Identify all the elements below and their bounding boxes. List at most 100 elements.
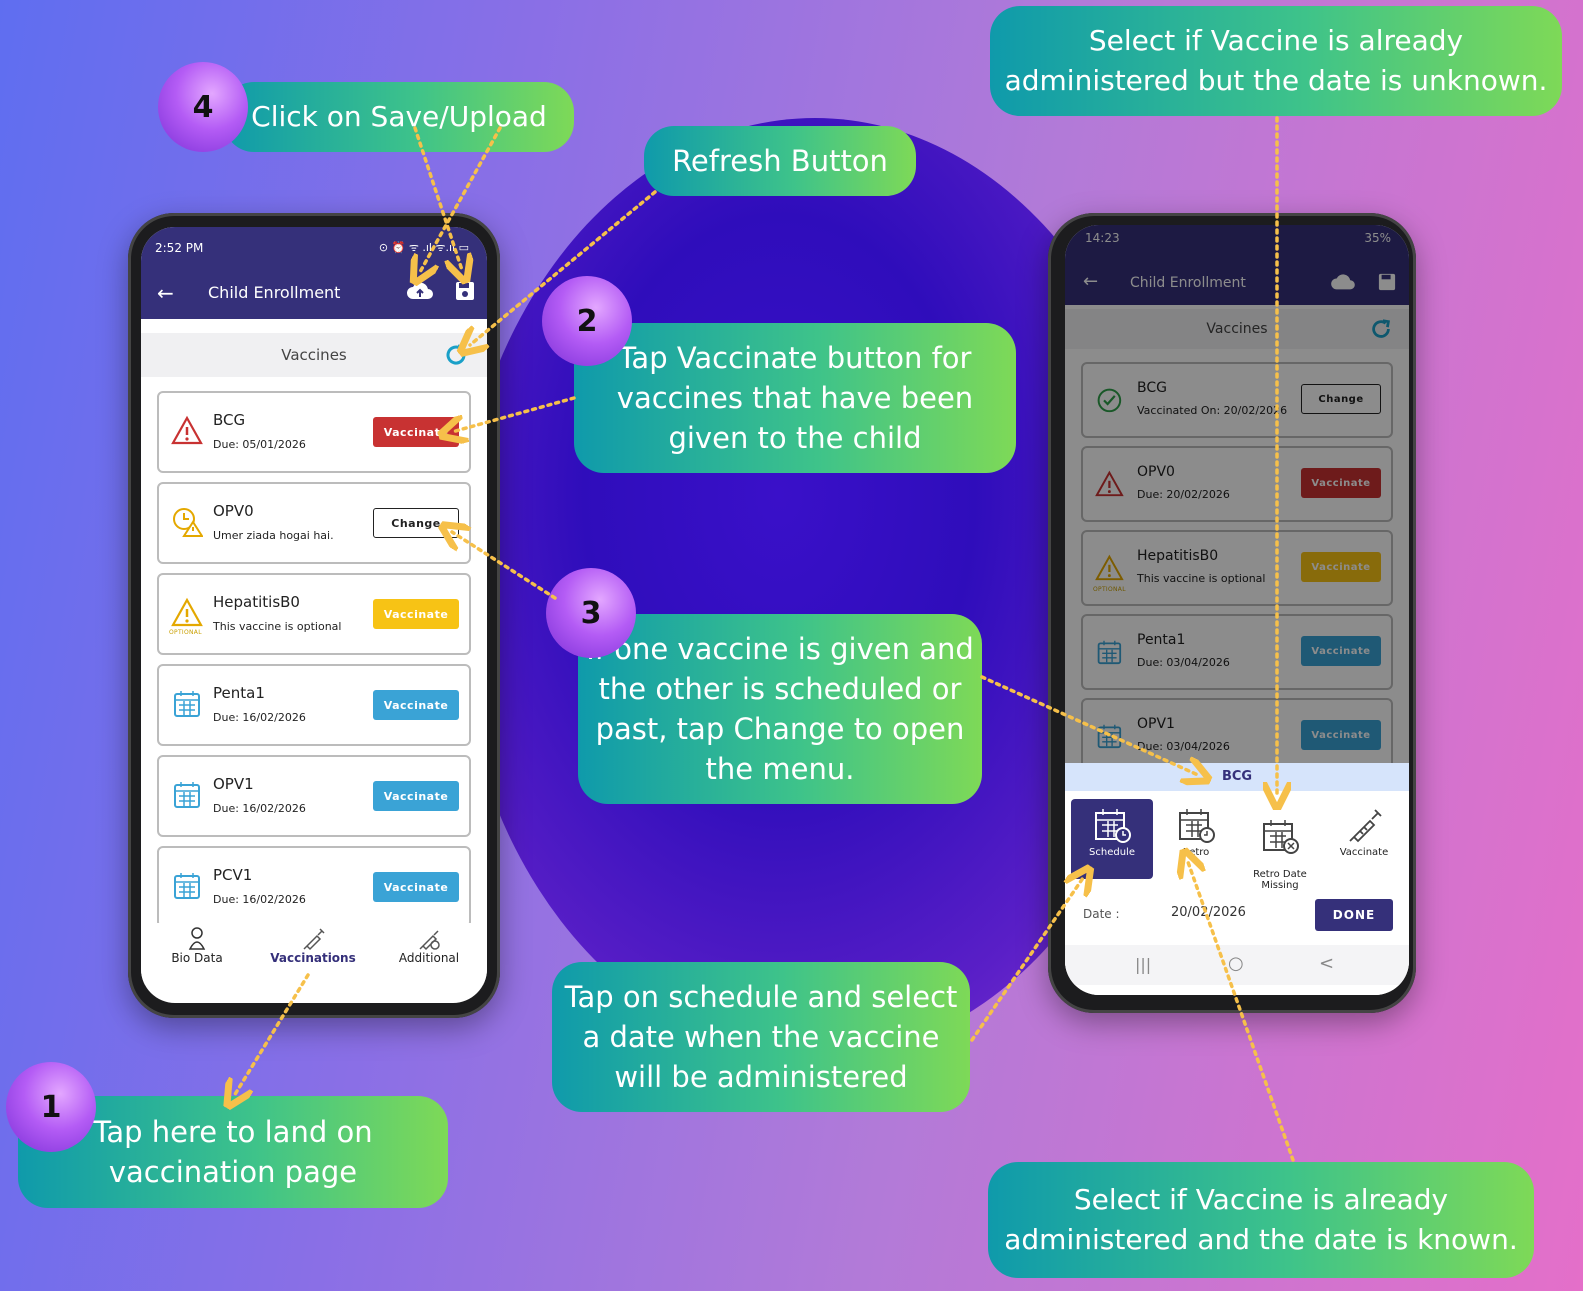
warning-icon — [171, 597, 203, 629]
vaccine-card-bcg: BCG Due: 05/01/2026 Vaccinate — [157, 391, 471, 473]
vaccine-card-pcv1: PCV1 Due: 16/02/2026 Vaccinate — [157, 846, 471, 928]
vaccinate-button[interactable]: Vaccinate — [373, 872, 459, 902]
recent-apps-button[interactable]: ||| — [1135, 955, 1151, 974]
refresh-icon[interactable] — [443, 342, 469, 368]
calendar-x-icon — [1263, 820, 1299, 854]
nav-bio-data-label: Bio Data — [171, 951, 223, 965]
modal-overlay[interactable] — [1065, 225, 1409, 765]
baby-icon — [188, 927, 206, 950]
nav-vaccinations[interactable]: Vaccinations — [263, 927, 363, 965]
vaccine-card-opv0: OPV0 Umer ziada hogai hai. Change — [157, 482, 471, 564]
back-arrow-icon[interactable]: ← — [157, 281, 174, 305]
vaccine-status: Due: 16/02/2026 — [213, 802, 306, 815]
clock-warning-icon — [171, 506, 203, 538]
callout-change-text: If one vaccine is given and the other is… — [586, 632, 974, 786]
vaccine-status: Due: 05/01/2026 — [213, 438, 306, 451]
callout-retro-missing-text: Select if Vaccine is already administere… — [1004, 24, 1548, 97]
schedule-label: Schedule — [1089, 847, 1135, 858]
save-icon[interactable] — [455, 281, 475, 301]
vaccinate-button[interactable]: Vaccinate — [373, 781, 459, 811]
step-badge-3: 3 — [546, 568, 636, 658]
sheet-title: BCG — [1221, 769, 1253, 784]
callout-landing-text: Tap here to land on vaccination page — [93, 1115, 373, 1189]
left-phone: 2:52 PM ⊙ ⏰ ᯤ .ıl ᯤ.ıl ▭ ← Child Enrollm… — [128, 213, 500, 1018]
calendar-clock-icon — [1095, 809, 1131, 843]
badge-1-label: 1 — [40, 1089, 62, 1125]
nav-additional-label: Additional — [398, 951, 460, 965]
retro-date-missing-option[interactable]: Retro Date Missing — [1239, 799, 1321, 891]
done-button[interactable]: DONE — [1315, 899, 1393, 931]
back-button[interactable]: < — [1319, 953, 1334, 974]
vaccine-status: This vaccine is optional — [213, 620, 342, 633]
vaccine-name: OPV1 — [213, 775, 254, 793]
calendar-icon — [171, 779, 203, 811]
syringe-icon — [303, 928, 325, 951]
left-phone-screen: 2:52 PM ⊙ ⏰ ᯤ .ıl ᯤ.ıl ▭ ← Child Enrollm… — [141, 227, 487, 1003]
retro-label: Retro — [1182, 847, 1210, 858]
calendar-icon — [171, 688, 203, 720]
callout-vaccinate-text: Tap Vaccinate button for vaccines that h… — [616, 341, 974, 455]
callout-vaccinate: Tap Vaccinate button for vaccines that h… — [574, 323, 1016, 473]
change-button[interactable]: Change — [373, 508, 459, 538]
callout-schedule: Tap on schedule and select a date when t… — [552, 962, 970, 1112]
step-badge-4: 4 — [158, 62, 248, 152]
vaccine-status: Due: 16/02/2026 — [213, 893, 306, 906]
app-bar: ← Child Enrollment — [141, 277, 487, 319]
vaccines-title: Vaccines — [281, 346, 347, 364]
vaccine-status: Umer ziada hogai hai. — [213, 529, 334, 542]
status-time: 2:52 PM — [155, 241, 204, 255]
date-value[interactable]: 20/02/2026 — [1171, 905, 1246, 920]
status-bar: 2:52 PM ⊙ ⏰ ᯤ .ıl ᯤ.ıl ▭ — [141, 227, 487, 267]
nav-additional[interactable]: Additional — [379, 927, 479, 965]
warning-icon — [171, 415, 203, 447]
nav-vaccinations-label: Vaccinations — [270, 951, 356, 965]
callout-retro-missing: Select if Vaccine is already administere… — [990, 6, 1562, 116]
right-phone: 14:23 35% ← Child Enrollment Vaccines BC… — [1048, 213, 1416, 1013]
vaccine-status: Due: 16/02/2026 — [213, 711, 306, 724]
step-badge-1: 1 — [6, 1062, 96, 1152]
callout-schedule-text: Tap on schedule and select a date when t… — [564, 980, 958, 1094]
retro-option[interactable]: Retro — [1155, 799, 1237, 879]
vaccine-name: HepatitisB0 — [213, 593, 300, 611]
badge-3-label: 3 — [580, 595, 602, 631]
app-title: Child Enrollment — [208, 283, 341, 302]
badge-4-label: 4 — [192, 89, 214, 125]
vaccine-action-sheet: BCG Schedule Retro Retro Date Missing Va… — [1065, 763, 1409, 995]
calendar-history-icon — [1179, 809, 1215, 843]
callout-refresh: Refresh Button — [644, 126, 916, 196]
vaccinate-button[interactable]: Vaccinate — [373, 599, 459, 629]
callout-retro: Select if Vaccine is already administere… — [988, 1162, 1534, 1278]
done-label: DONE — [1332, 908, 1376, 922]
system-nav-bar: ||| ○ < — [1065, 945, 1409, 985]
syringe-icon — [1349, 809, 1382, 843]
bottom-nav: Bio Data Vaccinations Additional — [141, 923, 487, 985]
date-label: Date : — [1083, 907, 1120, 921]
vaccine-card-hepatitisb0: OPTIONAL HepatitisB0 This vaccine is optio… — [157, 573, 471, 655]
callout-refresh-text: Refresh Button — [672, 144, 888, 178]
vaccinate-button[interactable]: Vaccinate — [373, 690, 459, 720]
vaccine-name: PCV1 — [213, 866, 253, 884]
cloud-upload-icon[interactable] — [407, 281, 433, 303]
vaccines-header: Vaccines — [141, 333, 487, 377]
callout-change: If one vaccine is given and the other is… — [578, 614, 982, 804]
vaccine-card-penta1: Penta1 Due: 16/02/2026 Vaccinate — [157, 664, 471, 746]
vaccine-card-opv1: OPV1 Due: 16/02/2026 Vaccinate — [157, 755, 471, 837]
vaccine-name: BCG — [213, 411, 246, 429]
right-phone-screen: 14:23 35% ← Child Enrollment Vaccines BC… — [1065, 225, 1409, 995]
sheet-title-bar: BCG — [1065, 763, 1409, 791]
nav-bio-data[interactable]: Bio Data — [147, 927, 247, 965]
callout-save-upload-text: Click on Save/Upload — [251, 100, 547, 133]
optional-tag: OPTIONAL — [169, 629, 202, 636]
calendar-icon — [171, 870, 203, 902]
home-button[interactable]: ○ — [1228, 953, 1244, 974]
vaccinate-label: Vaccinate — [1339, 847, 1389, 858]
vaccinate-option[interactable]: Vaccinate — [1323, 799, 1405, 879]
additional-vaccine-icon — [419, 930, 440, 951]
step-badge-2: 2 — [542, 276, 632, 366]
callout-retro-text: Select if Vaccine is already administere… — [1004, 1183, 1518, 1256]
callout-save-upload: Click on Save/Upload — [224, 82, 574, 152]
schedule-option[interactable]: Schedule — [1071, 799, 1153, 879]
vaccine-name: Penta1 — [213, 684, 265, 702]
vaccine-name: OPV0 — [213, 502, 254, 520]
vaccinate-button[interactable]: Vaccinate — [373, 417, 459, 447]
